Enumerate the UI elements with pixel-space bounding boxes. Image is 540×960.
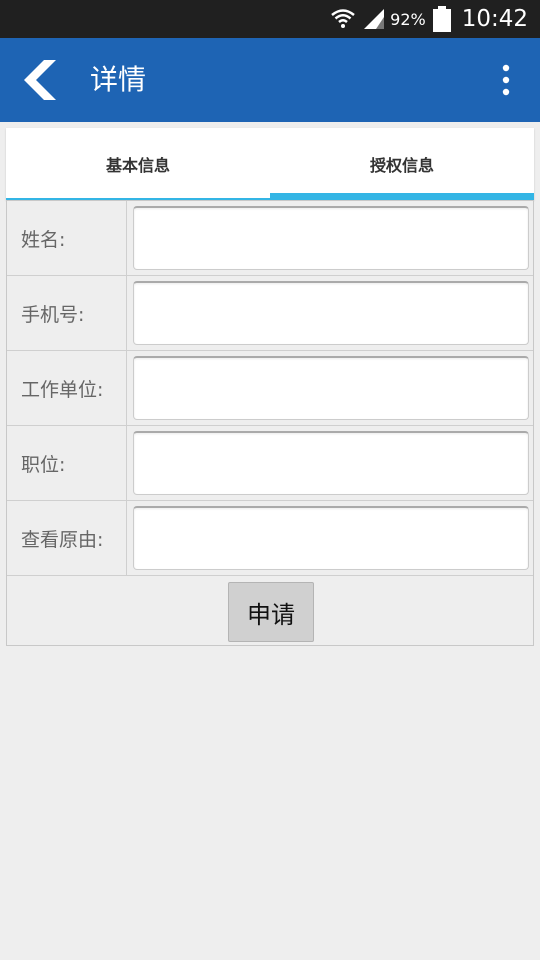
reason-label: 查看原由: [7,501,127,575]
form-row-workplace: 工作单位: [7,351,533,426]
clock: 10:42 [461,6,528,32]
name-input[interactable] [134,208,528,269]
form-row-reason: 查看原由: [7,501,533,576]
workplace-input[interactable] [134,358,528,419]
phone-field-box [133,281,529,345]
form-row-position: 职位: [7,426,533,501]
name-field-box [133,206,529,270]
position-field-box [133,431,529,495]
authorization-form: 姓名: 手机号: 工作单位: 职位: 查看原由: 申请 [6,200,534,646]
status-icons: 92% 10:42 [330,0,528,38]
tab-bar: 基本信息 授权信息 [6,128,534,200]
status-bar: 92% 10:42 [0,0,540,38]
tab-authorization-info[interactable]: 授权信息 [270,128,534,200]
reason-field-box [133,506,529,570]
wifi-icon [331,9,355,28]
page-title: 详情 [90,63,147,96]
reason-input[interactable] [134,508,528,569]
workplace-field-box [133,356,529,420]
position-label: 职位: [7,426,127,500]
form-row-name: 姓名: [7,201,533,276]
back-button[interactable] [18,56,66,104]
name-label: 姓名: [7,201,127,275]
submit-row: 申请 [7,575,533,645]
apply-button[interactable]: 申请 [228,582,314,642]
tab-basic-info[interactable]: 基本信息 [6,128,270,200]
workplace-label: 工作单位: [7,351,127,425]
app-bar: 详情 [0,38,540,122]
battery-percent: 92% [390,9,426,29]
chevron-left-icon [24,60,56,100]
phone-input[interactable] [134,283,528,344]
form-row-phone: 手机号: [7,276,533,351]
overflow-menu-button[interactable] [492,62,520,98]
phone-label: 手机号: [7,276,127,350]
battery-icon [432,6,451,32]
position-input[interactable] [134,433,528,494]
signal-icon [364,9,385,29]
more-vertical-icon [502,64,510,96]
